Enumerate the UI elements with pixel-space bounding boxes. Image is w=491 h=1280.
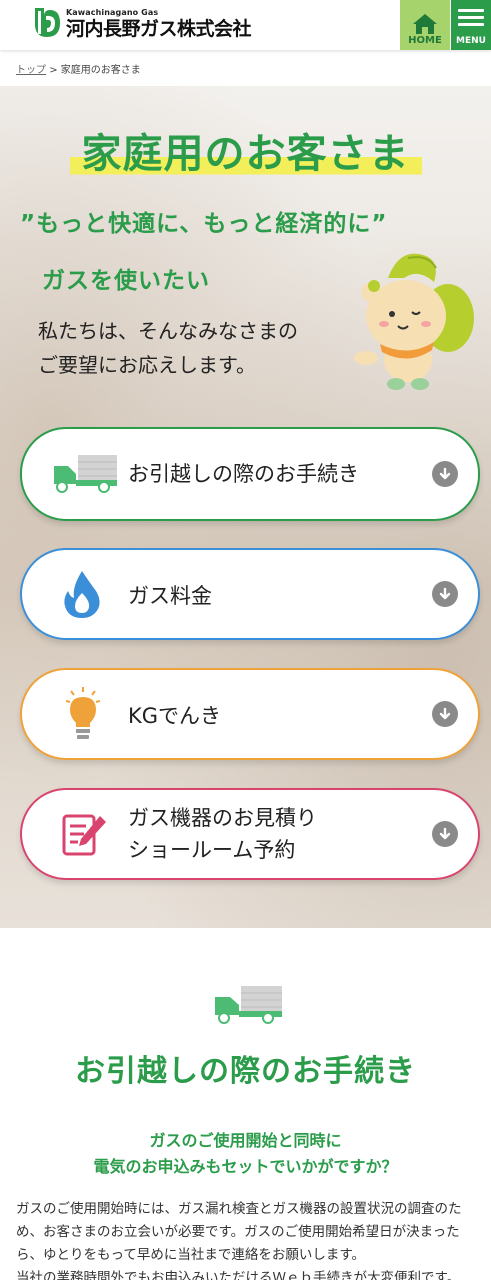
page-title: 家庭用のお客さま — [69, 121, 422, 179]
service-card-estimate-label: ガス機器のお見積り ショールーム予約 — [128, 802, 317, 866]
moving-body-line-3: ら、ゆとりをもって早めに当社まで連絡をお願いします。 — [16, 1247, 365, 1263]
gas-flame-icon — [62, 569, 102, 619]
home-icon — [413, 14, 437, 34]
light-bulb-icon — [66, 687, 100, 741]
home-label: HOME — [408, 35, 442, 46]
moving-lead-line-1: ガスのご使用開始と同時に — [149, 1131, 342, 1150]
hero-desc-line-1: 私たちは、そんなみなさまの — [38, 319, 298, 343]
service-card-gas-rate-label: ガス料金 — [128, 584, 212, 608]
estimate-document-icon — [62, 812, 108, 856]
moving-section-title: お引越しの際のお手続き — [75, 1054, 416, 1089]
breadcrumb-home-link[interactable]: トップ — [16, 65, 46, 76]
moving-body-line-4: 当社の業務時間外でもお申込みいただけるＷｅｂ手続きが大変便利です。 — [16, 1270, 461, 1280]
chevron-down-icon — [432, 821, 458, 847]
logo-subtitle: Kawachinagano Gas — [66, 8, 159, 17]
moving-lead-line-2: 電気のお申込みもセットでいかがですか？ — [93, 1157, 398, 1176]
chevron-down-icon — [432, 581, 458, 607]
service-card-moving[interactable]: お引越しの際のお手続き — [20, 427, 480, 521]
service-card-estimate-label-line-1: ガス機器のお見積り — [128, 806, 317, 830]
breadcrumb-separator: > — [49, 65, 58, 76]
moving-section-lead: ガスのご使用開始と同時に 電気のお申込みもセットでいかがですか？ — [0, 1128, 491, 1180]
moving-body-line-2: め、お客さまのお立会いが必要です。ガスのご使用開始希望日が決まった — [16, 1224, 460, 1240]
hero-catch-line-1: ”もっと快適に、もっと経済的に” — [20, 211, 388, 237]
hero-description: 私たちは、そんなみなさまの ご要望にお応えします。 — [38, 314, 298, 382]
moving-truck-icon — [213, 985, 283, 1029]
logo-company-name: 河内長野ガス株式会社 — [66, 18, 252, 40]
mascot-character-icon — [348, 248, 476, 398]
menu-button[interactable]: MENU — [451, 0, 491, 50]
hero-catch-line-2: ガスを使いたい — [42, 268, 210, 294]
service-card-estimate[interactable]: ガス機器のお見積り ショールーム予約 — [20, 788, 480, 880]
hamburger-icon — [458, 5, 484, 30]
company-logo[interactable]: Kawachinagano Gas 河内長野ガス株式会社 — [32, 6, 252, 40]
chevron-down-icon — [432, 461, 458, 487]
site-header: Kawachinagano Gas 河内長野ガス株式会社 HOME MENU — [0, 0, 491, 50]
service-card-estimate-label-line-2: ショールーム予約 — [128, 838, 296, 862]
moving-body-line-1: ガスのご使用開始時には、ガス漏れ検査とガス機器の設置状況の調査のた — [16, 1201, 462, 1217]
service-card-kg-denki-label: KGでんき — [128, 704, 222, 728]
service-card-kg-denki[interactable]: KGでんき — [20, 668, 480, 760]
moving-section-body: ガスのご使用開始時には、ガス漏れ検査とガス機器の設置状況の調査のた め、お客さま… — [16, 1198, 478, 1280]
service-card-gas-rate[interactable]: ガス料金 — [20, 548, 480, 640]
hero-section: 家庭用のお客さま ”もっと快適に、もっと経済的に” ガスを使いたい 私たちは、そ… — [0, 86, 491, 928]
moving-truck-icon — [52, 454, 118, 494]
menu-label: MENU — [456, 36, 486, 46]
service-card-moving-label: お引越しの際のお手続き — [128, 462, 359, 486]
home-button[interactable]: HOME — [400, 0, 450, 50]
chevron-down-icon — [432, 701, 458, 727]
breadcrumb-current: 家庭用のお客さま — [60, 65, 141, 76]
breadcrumb: トップ > 家庭用のお客さま — [16, 61, 141, 76]
kg-logo-mark-icon — [32, 6, 62, 40]
hero-desc-line-2: ご要望にお応えします。 — [38, 353, 256, 377]
